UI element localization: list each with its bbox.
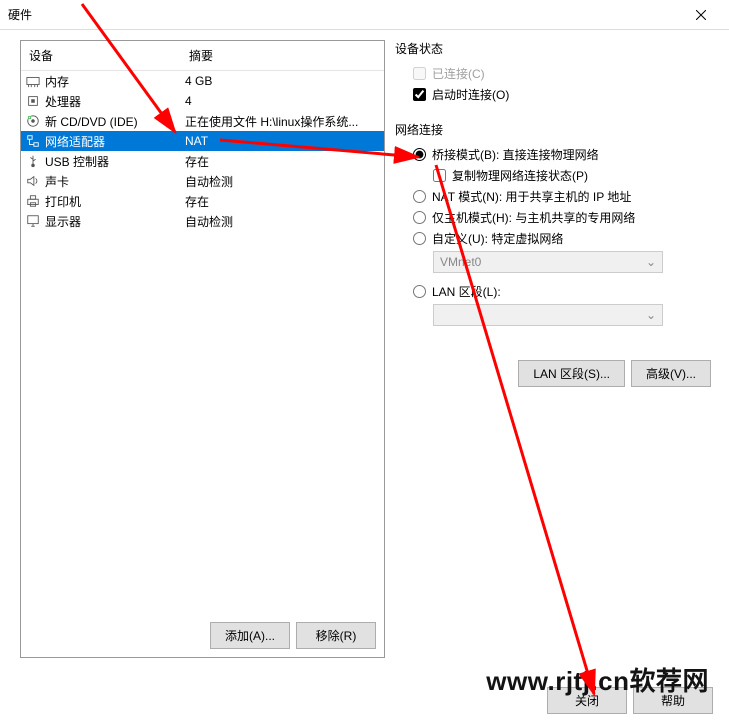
device-summary: 存在 bbox=[185, 153, 380, 170]
settings-panel: 设备状态 已连接(C) 启动时连接(O) 网络连接 桥接模式(B): 直接连接物… bbox=[395, 40, 717, 678]
device-row[interactable]: 声卡自动检测 bbox=[21, 171, 384, 191]
device-row[interactable]: 处理器4 bbox=[21, 91, 384, 111]
custom-network-select: VMnet0 ⌄ bbox=[433, 251, 663, 273]
device-summary: NAT bbox=[185, 134, 380, 148]
device-row[interactable]: 内存4 GB bbox=[21, 71, 384, 91]
replicate-checkbox[interactable] bbox=[433, 169, 446, 182]
hostonly-label[interactable]: 仅主机模式(H): 与主机共享的专用网络 bbox=[432, 209, 635, 226]
device-name: 网络适配器 bbox=[45, 133, 185, 150]
device-summary: 自动检测 bbox=[185, 173, 380, 190]
device-status-title: 设备状态 bbox=[395, 40, 717, 57]
window-title: 硬件 bbox=[8, 6, 681, 23]
column-device[interactable]: 设备 bbox=[21, 41, 181, 70]
close-window-button[interactable] bbox=[681, 1, 721, 29]
replicate-label[interactable]: 复制物理网络连接状态(P) bbox=[452, 167, 588, 184]
device-summary: 4 bbox=[185, 94, 380, 108]
device-summary: 4 GB bbox=[185, 74, 380, 88]
column-summary[interactable]: 摘要 bbox=[181, 41, 384, 70]
device-name: 内存 bbox=[45, 73, 185, 90]
device-row[interactable]: USB 控制器存在 bbox=[21, 151, 384, 171]
custom-network-value: VMnet0 bbox=[440, 255, 481, 269]
device-table-header: 设备 摘要 bbox=[21, 41, 384, 71]
printer-icon bbox=[25, 193, 41, 209]
device-panel: 设备 摘要 内存4 GB处理器4新 CD/DVD (IDE)正在使用文件 H:\… bbox=[20, 40, 385, 658]
bridged-radio[interactable] bbox=[413, 148, 426, 161]
close-icon bbox=[696, 10, 706, 20]
nat-label[interactable]: NAT 模式(N): 用于共享主机的 IP 地址 bbox=[432, 188, 631, 205]
device-name: USB 控制器 bbox=[45, 153, 185, 170]
disc-icon bbox=[25, 113, 41, 129]
device-name: 处理器 bbox=[45, 93, 185, 110]
chevron-down-icon: ⌄ bbox=[646, 255, 656, 269]
lansegment-select: ⌄ bbox=[433, 304, 663, 326]
device-row[interactable]: 打印机存在 bbox=[21, 191, 384, 211]
device-summary: 自动检测 bbox=[185, 213, 380, 230]
network-connection-title: 网络连接 bbox=[395, 121, 717, 138]
cpu-icon bbox=[25, 93, 41, 109]
device-row[interactable]: 显示器自动检测 bbox=[21, 211, 384, 231]
device-name: 新 CD/DVD (IDE) bbox=[45, 113, 185, 130]
add-button[interactable]: 添加(A)... bbox=[210, 622, 290, 649]
device-name: 声卡 bbox=[45, 173, 185, 190]
lansegment-label[interactable]: LAN 区段(L): bbox=[432, 283, 501, 300]
chevron-down-icon: ⌄ bbox=[646, 308, 656, 322]
device-summary: 正在使用文件 H:\linux操作系统... bbox=[185, 113, 380, 130]
nat-radio[interactable] bbox=[413, 190, 426, 203]
custom-label[interactable]: 自定义(U): 特定虚拟网络 bbox=[432, 230, 563, 247]
hostonly-radio[interactable] bbox=[413, 211, 426, 224]
connect-at-poweron-checkbox[interactable] bbox=[413, 88, 426, 101]
display-icon bbox=[25, 213, 41, 229]
device-status-group: 设备状态 已连接(C) 启动时连接(O) bbox=[395, 40, 717, 107]
lansegment-radio[interactable] bbox=[413, 285, 426, 298]
device-name: 显示器 bbox=[45, 213, 185, 230]
device-row[interactable]: 新 CD/DVD (IDE)正在使用文件 H:\linux操作系统... bbox=[21, 111, 384, 131]
device-summary: 存在 bbox=[185, 193, 380, 210]
device-row[interactable]: 网络适配器NAT bbox=[21, 131, 384, 151]
usb-icon bbox=[25, 153, 41, 169]
close-button[interactable]: 关闭 bbox=[547, 687, 627, 714]
network-connection-group: 网络连接 桥接模式(B): 直接连接物理网络 复制物理网络连接状态(P) NAT… bbox=[395, 121, 717, 336]
sound-icon bbox=[25, 173, 41, 189]
advanced-button[interactable]: 高级(V)... bbox=[631, 360, 711, 387]
device-table: 设备 摘要 内存4 GB处理器4新 CD/DVD (IDE)正在使用文件 H:\… bbox=[21, 41, 384, 614]
help-button[interactable]: 帮助 bbox=[633, 687, 713, 714]
bridged-label[interactable]: 桥接模式(B): 直接连接物理网络 bbox=[432, 146, 599, 163]
custom-radio[interactable] bbox=[413, 232, 426, 245]
memory-icon bbox=[25, 73, 41, 89]
remove-button[interactable]: 移除(R) bbox=[296, 622, 376, 649]
connected-checkbox bbox=[413, 67, 426, 80]
connect-at-poweron-label[interactable]: 启动时连接(O) bbox=[432, 86, 509, 103]
device-name: 打印机 bbox=[45, 193, 185, 210]
connected-label: 已连接(C) bbox=[432, 65, 485, 82]
network-icon bbox=[25, 133, 41, 149]
lan-segments-button[interactable]: LAN 区段(S)... bbox=[518, 360, 625, 387]
